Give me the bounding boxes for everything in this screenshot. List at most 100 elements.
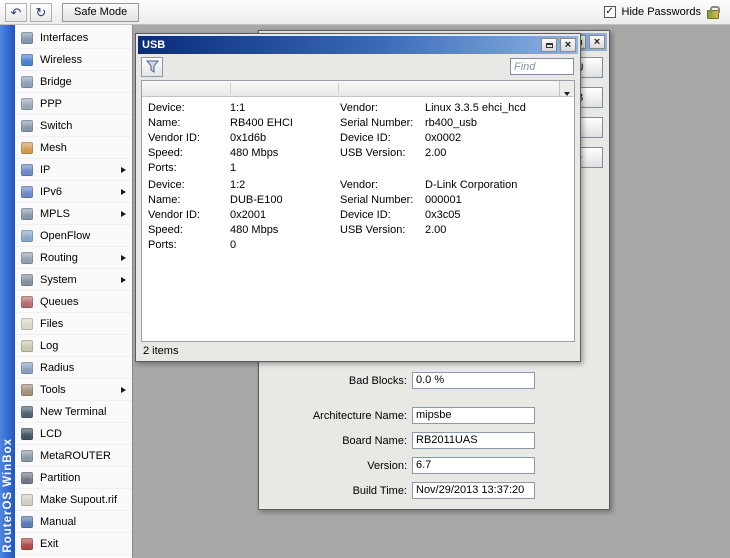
submenu-arrow-icon (121, 386, 126, 393)
sidebar-item[interactable]: MetaROUTER (15, 445, 132, 467)
resources-close-button[interactable]: × (589, 35, 605, 49)
sidebar-item[interactable]: Log (15, 335, 132, 357)
device-field: Vendor ID: 0x2001 (142, 208, 340, 223)
usb-titlebar[interactable]: USB × (138, 36, 578, 54)
sidebar-item[interactable]: OpenFlow (15, 225, 132, 247)
device-field: Device ID: 0x0002 (340, 131, 574, 146)
sidebar-item-label: LCD (40, 427, 63, 440)
device-field: Device ID: 0x3c05 (340, 208, 574, 223)
sidebar-item[interactable]: Mesh (15, 137, 132, 159)
sidebar-item[interactable]: Files (15, 313, 132, 335)
device-field: Vendor ID: 0x1d6b (142, 131, 340, 146)
sidebar-item-label: System (40, 273, 77, 286)
sidebar-item[interactable]: New Terminal (15, 401, 132, 423)
resources-field-value[interactable]: 6.7 (412, 457, 535, 474)
exit-icon (21, 537, 33, 550)
usb-close-button[interactable]: × (560, 38, 576, 52)
column-separator (338, 83, 339, 94)
sidebar-item[interactable]: Tools (15, 379, 132, 401)
device-field-label: Device: (148, 102, 185, 114)
redo-button[interactable]: ↻ (30, 2, 52, 22)
sidebar-item[interactable]: Bridge (15, 71, 132, 93)
device-field-label: Vendor: (340, 102, 378, 114)
sidebar-item[interactable]: IPv6 (15, 181, 132, 203)
hide-passwords-checkbox[interactable]: ✓ (603, 6, 616, 18)
usb-body: Device: 1:1 Name: RB400 EHCI V (138, 54, 578, 359)
resources-field-label: Board Name: (342, 434, 407, 447)
sidebar-item[interactable]: MPLS (15, 203, 132, 225)
switch-icon (21, 119, 33, 132)
find-input[interactable] (510, 58, 574, 75)
wireless-icon (21, 53, 33, 66)
resources-field-value[interactable]: Nov/29/2013 13:37:20 (412, 482, 535, 499)
resources-field-row: Version: 6.7 (263, 457, 535, 474)
sidebar-item-label: Bridge (40, 75, 72, 88)
device-field-value: 2.00 (425, 224, 447, 236)
metarouter-icon (21, 449, 33, 462)
sidebar-item[interactable]: Make Supout.rif (15, 489, 132, 511)
sidebar-item[interactable]: IP (15, 159, 132, 181)
device-field-value: 0 (230, 239, 237, 251)
device-field-value: 0x1d6b (230, 132, 267, 144)
interfaces-icon (21, 31, 33, 44)
sidebar-menu: Interfaces Wireless Bridge PPP Switch Me… (15, 25, 133, 558)
sidebar-item[interactable]: Radius (15, 357, 132, 379)
brand-strip: RouterOS WinBox (0, 25, 15, 558)
sidebar-item[interactable]: Wireless (15, 49, 132, 71)
sidebar-item[interactable]: Interfaces (15, 27, 132, 49)
usb-device-row[interactable]: Device: 1:1 Name: RB400 EHCI Vendor ID: … (142, 101, 574, 176)
undo-button[interactable]: ↶ (5, 2, 27, 22)
column-separator (230, 83, 231, 94)
sidebar-item[interactable]: PPP (15, 93, 132, 115)
safe-mode-button[interactable]: Safe Mode (62, 2, 140, 22)
device-field-label: Ports: (148, 239, 177, 251)
sidebar-item[interactable]: Routing (15, 247, 132, 269)
openflow-icon (21, 229, 33, 242)
device-field-label: Device ID: (340, 132, 391, 144)
usb-device-row[interactable]: Device: 1:2 Name: DUB-E100 Vendor ID: 0x… (142, 178, 574, 253)
sidebar-item-label: PPP (40, 97, 63, 110)
sidebar-item[interactable]: System (15, 269, 132, 291)
device-field-value: Linux 3.3.5 ehci_hcd (425, 102, 526, 114)
device-field: Serial Number: rb400_usb (340, 116, 574, 131)
device-detail-left: Device: 1:2 Name: DUB-E100 Vendor ID: 0x… (142, 178, 340, 253)
redo-arrow-icon: ↻ (35, 4, 47, 20)
filter-button[interactable] (141, 57, 163, 77)
device-field: Name: RB400 EHCI (142, 116, 340, 131)
submenu-arrow-icon (121, 254, 126, 261)
device-field-value: rb400_usb (425, 117, 477, 129)
device-field-value: 1:2 (230, 179, 246, 191)
sidebar-item[interactable]: Queues (15, 291, 132, 313)
sidebar-item-label: Routing (40, 251, 78, 264)
sidebar-item-label: Interfaces (40, 31, 89, 44)
device-field-value: 0x3c05 (425, 209, 461, 221)
device-field: Speed: 480 Mbps (142, 223, 340, 238)
resources-field-value[interactable]: mipsbe (412, 407, 535, 424)
sidebar-item-label: Tools (40, 383, 66, 396)
device-field: Serial Number: 000001 (340, 193, 574, 208)
sidebar-item-label: New Terminal (40, 405, 107, 418)
sidebar-item[interactable]: Manual (15, 511, 132, 533)
lcd-icon (21, 427, 33, 440)
resources-field-label: Bad Blocks: (348, 374, 407, 387)
sidebar-item-label: OpenFlow (40, 229, 91, 242)
device-field-value: D-Link Corporation (425, 179, 518, 191)
sidebar-item-label: IPv6 (40, 185, 63, 198)
sidebar-item-label: Queues (40, 295, 79, 308)
resources-field-value[interactable]: 0.0 % (412, 372, 535, 389)
submenu-arrow-icon (121, 188, 126, 195)
device-detail-left: Device: 1:1 Name: RB400 EHCI Vendor ID: … (142, 101, 340, 176)
usb-maximize-button[interactable] (541, 38, 557, 52)
resources-field-value[interactable]: RB2011UAS (412, 432, 535, 449)
device-field: Vendor: Linux 3.3.5 ehci_hcd (340, 101, 574, 116)
sidebar-item[interactable]: LCD (15, 423, 132, 445)
sidebar-item[interactable]: Switch (15, 115, 132, 137)
resources-field-row: Board Name: RB2011UAS (263, 432, 535, 449)
maximize-icon (545, 42, 553, 48)
sidebar-item[interactable]: Partition (15, 467, 132, 489)
column-dropdown-button[interactable] (559, 81, 574, 96)
device-detail-right: Vendor: D-Link Corporation Serial Number… (340, 178, 574, 253)
usb-device-list: Device: 1:1 Name: RB400 EHCI Vendor ID: … (142, 97, 574, 341)
usb-column-header (142, 81, 574, 97)
sidebar-item[interactable]: Exit (15, 533, 132, 555)
